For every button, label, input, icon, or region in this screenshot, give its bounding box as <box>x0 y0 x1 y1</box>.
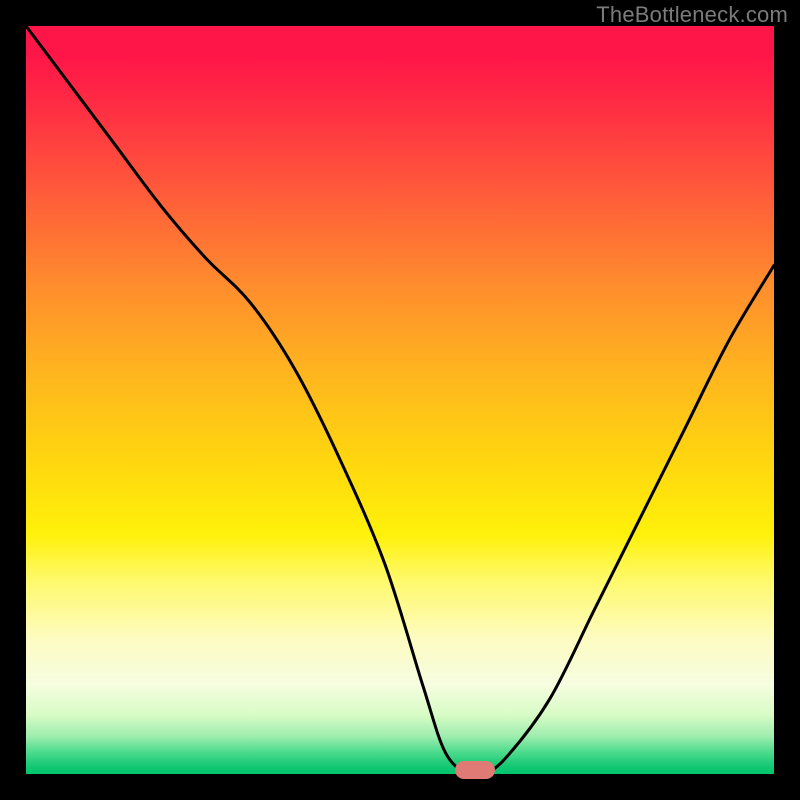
watermark-text: TheBottleneck.com <box>596 2 788 28</box>
bottleneck-curve <box>26 26 774 774</box>
chart-frame: TheBottleneck.com <box>0 0 800 800</box>
plot-area <box>26 26 774 774</box>
optimal-point-indicator <box>455 761 495 779</box>
curve-path <box>26 26 774 776</box>
